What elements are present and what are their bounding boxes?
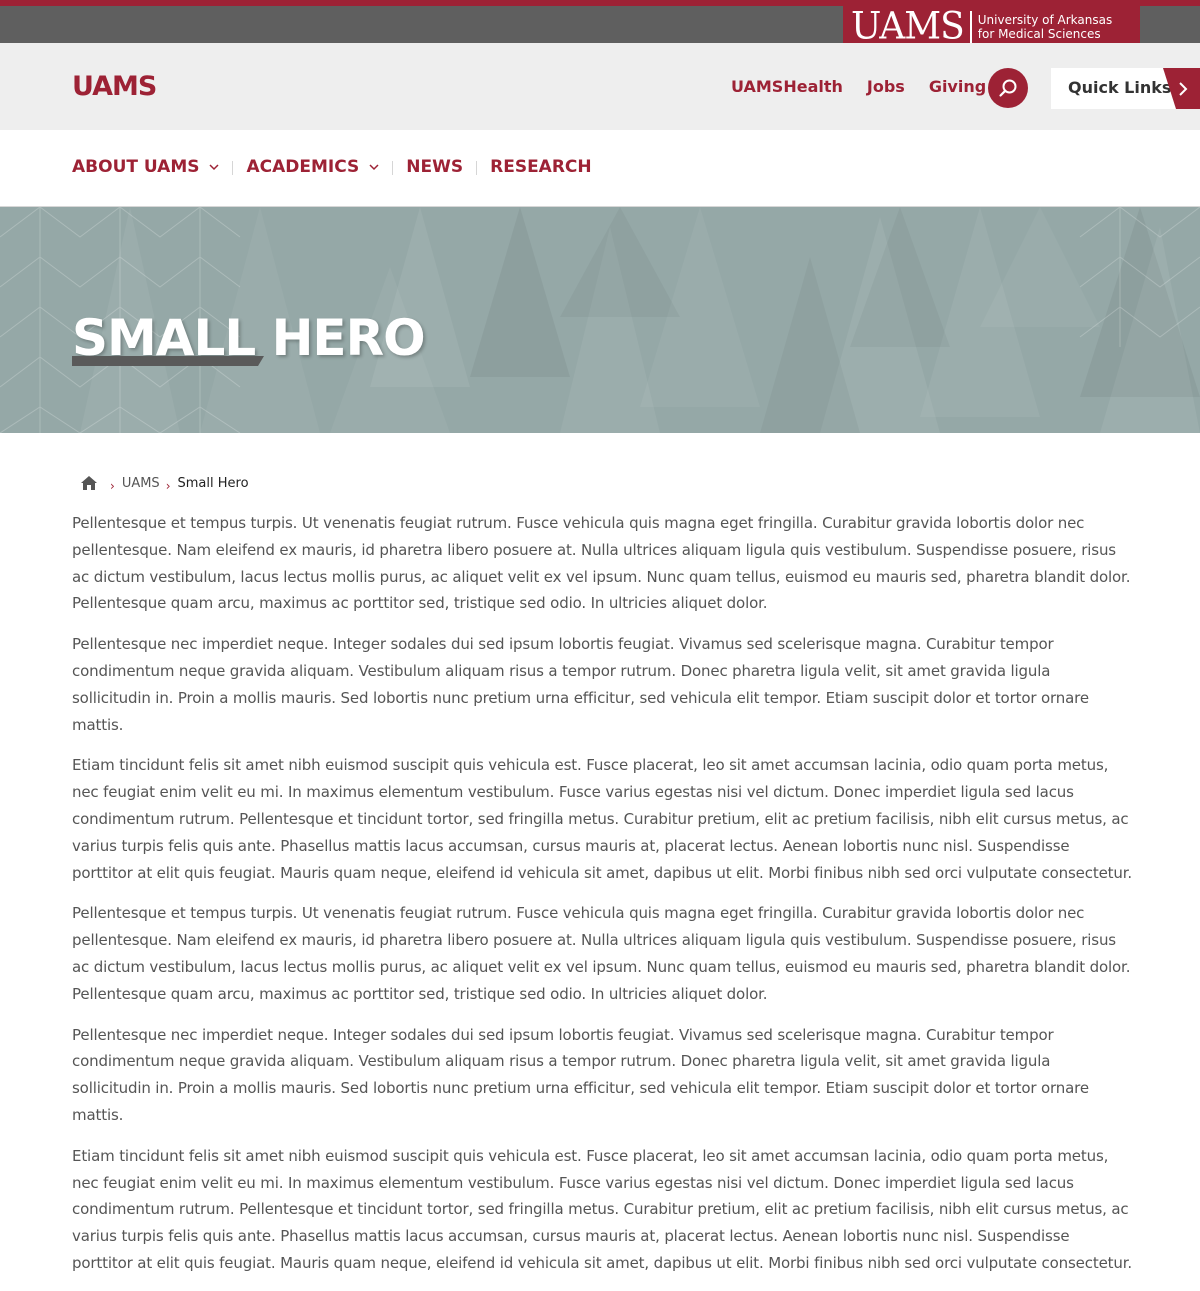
breadcrumb-home[interactable]: [74, 470, 104, 496]
breadcrumb-separator: ›: [165, 479, 171, 493]
uams-brand-logo[interactable]: UAMS University of Arkansas for Medical …: [843, 6, 1140, 48]
body-paragraph: Pellentesque nec imperdiet neque. Intege…: [72, 635, 1089, 734]
nav-item-news[interactable]: NEWS: [406, 159, 463, 176]
home-icon: [81, 476, 97, 490]
breadcrumb-separator: ›: [110, 479, 115, 493]
quick-links-button[interactable]: Quick Links: [1051, 68, 1200, 109]
body-paragraph: Pellentesque nec imperdiet neque. Intege…: [72, 1025, 1089, 1124]
brand-subtitle-line2: for Medical Sciences: [977, 27, 1101, 41]
breadcrumb-current: Small Hero: [177, 475, 249, 491]
site-header: UAMS UAMSHealth Jobs Giving Quick Links: [0, 43, 1200, 130]
nav-item-label: ABOUT UAMS: [72, 157, 200, 177]
page-title: SMALL HERO: [72, 308, 426, 367]
nav-separator: [392, 160, 394, 175]
hero-banner: SMALL HERO: [0, 207, 1200, 433]
chevron-right-icon: [1179, 82, 1188, 96]
nav-item-academics[interactable]: ACADEMICS: [246, 159, 379, 176]
util-link-uamshealth[interactable]: UAMSHealth: [731, 79, 843, 95]
nav-item-label: ACADEMICS: [246, 157, 360, 177]
nav-item-research[interactable]: RESEARCH: [490, 159, 592, 176]
search-icon: [999, 79, 1017, 97]
brand-divider: [969, 11, 972, 43]
brand-wordmark: UAMS: [851, 4, 965, 48]
body-paragraph: Pellentesque et tempus turpis. Ut venena…: [72, 514, 1131, 613]
nav-item-about-uams[interactable]: ABOUT UAMS: [72, 157, 220, 177]
main-nav: ABOUT UAMS ACADEMICS NEWS RESEARCH: [0, 130, 1200, 207]
util-link-giving[interactable]: Giving: [929, 79, 986, 95]
body-paragraph: Etiam tincidunt felis sit amet nibh euis…: [72, 1146, 1133, 1272]
body-paragraph: Etiam tincidunt felis sit amet nibh euis…: [72, 756, 1133, 882]
utility-links: UAMSHealth Jobs Giving: [731, 79, 1010, 95]
site-title[interactable]: UAMS: [72, 73, 157, 100]
nav-item-label: RESEARCH: [490, 157, 592, 177]
main-content: Pellentesque et tempus turpis. Ut venena…: [72, 510, 1132, 1291]
brand-subtitle-line1: University of Arkansas: [977, 13, 1113, 27]
nav-separator: [476, 160, 478, 175]
quick-links-label: Quick Links: [1068, 78, 1172, 97]
search-button[interactable]: [988, 68, 1028, 108]
chevron-down-icon[interactable]: [209, 164, 220, 171]
nav-separator: [232, 160, 234, 175]
brand-subtitle: University of Arkansas for Medical Scien…: [978, 13, 1112, 41]
hero-underline-bar: [72, 356, 264, 366]
nav-item-label: NEWS: [406, 157, 464, 177]
breadcrumb-item-uams[interactable]: UAMS: [122, 476, 160, 491]
body-paragraph: Pellentesque et tempus turpis. Ut venena…: [72, 904, 1131, 1003]
breadcrumb: › UAMS › Small Hero: [72, 470, 249, 496]
util-link-jobs[interactable]: Jobs: [867, 79, 905, 95]
chevron-down-icon[interactable]: [369, 164, 379, 171]
